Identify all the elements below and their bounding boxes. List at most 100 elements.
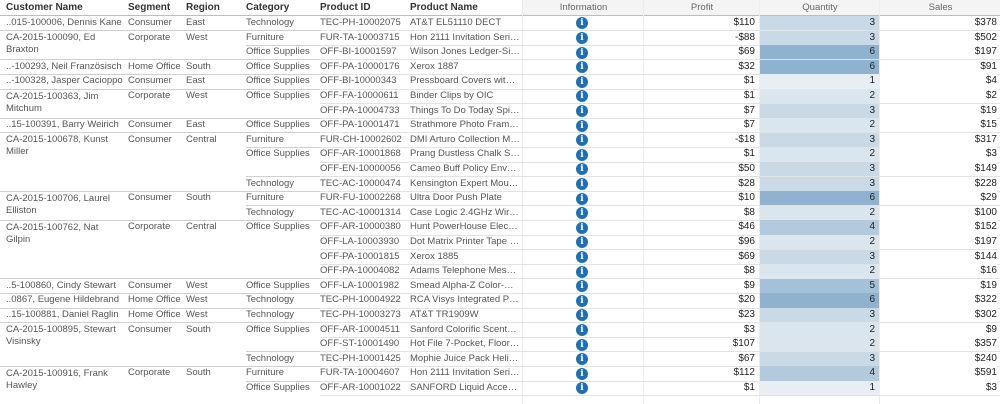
profit-cell[interactable]: $8 <box>643 206 755 221</box>
profit-cell[interactable]: $3 <box>643 323 755 338</box>
quantity-cell[interactable]: 3 <box>760 351 879 367</box>
quantity-cell[interactable]: 3 <box>760 162 879 177</box>
quantity-cell[interactable]: 6 <box>760 45 879 60</box>
segment-cell[interactable]: Corporate <box>128 366 184 381</box>
category-cell[interactable]: Office Supplies <box>246 45 318 60</box>
info-icon[interactable]: i <box>576 61 588 74</box>
customer-name-cell[interactable]: CA-2015-100678, Kunst Miller <box>6 134 124 190</box>
product-id-cell[interactable]: OFF-EN-10000056 <box>320 162 408 177</box>
region-cell[interactable]: Central <box>186 133 244 148</box>
sales-cell[interactable]: $197 <box>880 45 997 60</box>
quantity-cell[interactable]: 1 <box>760 74 879 89</box>
category-cell[interactable]: Technology <box>246 293 318 308</box>
product-name-cell[interactable]: Smead Alpha-Z Color-Cod... <box>410 279 520 294</box>
profit-cell[interactable]: $32 <box>643 60 755 75</box>
info-icon[interactable]: i <box>576 104 588 117</box>
quantity-cell[interactable]: 6 <box>760 293 879 308</box>
quantity-cell[interactable]: 2 <box>760 147 879 162</box>
customer-name-cell[interactable]: ..15-100881, Daniel Raglin <box>6 308 124 323</box>
sales-cell[interactable]: $19 <box>880 103 997 119</box>
quantity-cell[interactable]: 2 <box>760 235 879 250</box>
region-cell[interactable]: South <box>186 191 244 206</box>
header-information[interactable]: Information <box>522 0 644 15</box>
profit-cell[interactable]: $67 <box>643 352 755 367</box>
sales-cell[interactable]: $3 <box>880 381 997 396</box>
sales-cell[interactable]: $302 <box>880 308 997 323</box>
sales-cell[interactable]: $378 <box>880 16 997 31</box>
product-name-cell[interactable]: Wilson Jones Ledger-Size,... <box>410 45 520 60</box>
quantity-cell[interactable]: 2 <box>760 337 879 352</box>
segment-cell[interactable]: Consumer <box>128 191 184 206</box>
segment-cell[interactable]: Consumer <box>128 118 184 133</box>
customer-name-cell[interactable]: ..5-100860, Cindy Stewart <box>6 279 124 294</box>
category-cell[interactable]: Office Supplies <box>246 381 318 396</box>
category-cell[interactable]: Office Supplies <box>246 279 318 294</box>
quantity-cell[interactable]: 6 <box>760 59 879 75</box>
product-name-cell[interactable]: AT&T EL51110 DECT <box>410 16 520 31</box>
header-product-id[interactable]: Product ID <box>320 0 371 15</box>
profit-cell[interactable]: $1 <box>643 74 755 89</box>
profit-cell[interactable]: $7 <box>643 104 755 119</box>
product-name-cell[interactable]: Hon 2111 Invitation Serie... <box>410 366 520 381</box>
category-cell[interactable]: Furniture <box>246 366 318 381</box>
segment-cell[interactable]: Consumer <box>128 323 184 338</box>
region-cell[interactable]: East <box>186 74 244 89</box>
sales-cell[interactable]: $317 <box>880 132 997 148</box>
product-name-cell[interactable]: Hunt PowerHouse Electric... <box>410 220 520 235</box>
product-id-cell[interactable]: OFF-AR-10001868 <box>320 147 408 162</box>
info-icon[interactable]: i <box>576 338 588 351</box>
profit-cell[interactable]: $1 <box>643 381 755 396</box>
region-cell[interactable]: West <box>186 31 244 46</box>
product-id-cell[interactable]: OFF-LA-10003930 <box>320 235 408 250</box>
header-product-name[interactable]: Product Name <box>410 0 478 15</box>
quantity-cell[interactable]: 2 <box>760 205 879 221</box>
sales-cell[interactable]: $228 <box>880 176 997 192</box>
profit-cell[interactable]: $96 <box>643 235 755 250</box>
category-cell[interactable]: Technology <box>246 352 318 367</box>
info-icon[interactable]: i <box>576 265 588 278</box>
quantity-cell[interactable]: 5 <box>760 278 879 294</box>
segment-cell[interactable]: Consumer <box>128 133 184 148</box>
quantity-cell[interactable]: 3 <box>760 103 879 119</box>
info-icon[interactable]: i <box>576 90 588 103</box>
product-name-cell[interactable]: Binder Clips by OIC <box>410 89 520 104</box>
info-icon[interactable]: i <box>576 294 588 307</box>
sales-cell[interactable]: $152 <box>880 220 997 235</box>
profit-cell[interactable]: $69 <box>643 45 755 60</box>
customer-name-cell[interactable]: CA-2015-100895, Stewart Visinsky <box>6 324 124 366</box>
quantity-cell[interactable]: 2 <box>760 118 879 133</box>
product-id-cell[interactable]: TEC-AC-10000474 <box>320 177 408 192</box>
info-icon[interactable]: i <box>576 367 588 380</box>
sales-cell[interactable]: $16 <box>880 264 997 279</box>
segment-cell[interactable]: Home Office <box>128 60 184 75</box>
header-segment[interactable]: Segment <box>128 0 170 15</box>
product-id-cell[interactable]: OFF-PA-10000176 <box>320 60 408 75</box>
product-name-cell[interactable]: Dot Matrix Printer Tape R... <box>410 235 520 250</box>
profit-cell[interactable]: $1 <box>643 89 755 104</box>
info-icon[interactable]: i <box>576 17 588 30</box>
product-name-cell[interactable]: Pressboard Covers with S... <box>410 74 520 89</box>
product-id-cell[interactable]: TEC-PH-10004922 <box>320 293 408 308</box>
profit-cell[interactable]: $50 <box>643 162 755 177</box>
product-id-cell[interactable]: OFF-AR-10004511 <box>320 323 408 338</box>
product-name-cell[interactable]: SANFORD Liquid Accent T... <box>410 381 520 396</box>
customer-name-cell[interactable]: ..015-100006, Dennis Kane <box>6 16 124 31</box>
customer-name-cell[interactable]: CA-2015-100090, Ed Braxton <box>6 32 124 59</box>
quantity-cell[interactable]: 3 <box>760 132 879 148</box>
info-icon[interactable]: i <box>576 177 588 190</box>
customer-name-cell[interactable]: ..-100293, Neil Französisch <box>6 60 124 75</box>
product-name-cell[interactable]: Adams Telephone Messag... <box>410 264 520 279</box>
header-quantity[interactable]: Quantity <box>759 0 880 15</box>
info-icon[interactable]: i <box>576 163 588 176</box>
profit-cell[interactable]: $8 <box>643 264 755 279</box>
header-region[interactable]: Region <box>186 0 220 15</box>
sales-cell[interactable]: $29 <box>880 191 997 206</box>
header-sales[interactable]: Sales <box>879 0 1000 15</box>
info-icon[interactable]: i <box>576 134 588 147</box>
profit-cell[interactable]: $69 <box>643 250 755 265</box>
sales-cell[interactable]: $502 <box>880 30 997 46</box>
sales-cell[interactable]: $100 <box>880 205 997 221</box>
product-name-cell[interactable]: DMI Arturo Collection Mis... <box>410 133 520 148</box>
info-icon[interactable]: i <box>576 382 588 395</box>
product-id-cell[interactable]: FUR-CH-10002602 <box>320 133 408 148</box>
